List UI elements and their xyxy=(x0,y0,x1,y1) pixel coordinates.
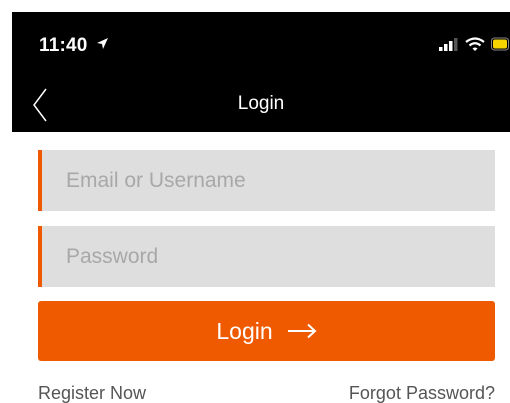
password-input[interactable] xyxy=(42,226,495,287)
nav-bar: Login xyxy=(12,80,510,132)
login-button[interactable]: Login xyxy=(38,301,495,361)
status-bar: 11:40 xyxy=(12,12,510,80)
status-time: 11:40 xyxy=(39,35,88,56)
register-now-link[interactable]: Register Now xyxy=(38,383,146,403)
arrow-right-icon xyxy=(287,323,317,339)
password-field[interactable] xyxy=(38,226,495,287)
page-title: Login xyxy=(237,93,285,114)
signal-icon xyxy=(439,37,459,51)
status-icons xyxy=(439,34,510,54)
forgot-password-link[interactable]: Forgot Password? xyxy=(349,383,495,403)
email-input[interactable] xyxy=(42,150,495,211)
location-arrow-icon xyxy=(96,34,109,56)
wifi-icon xyxy=(465,36,485,52)
battery-icon xyxy=(491,37,510,51)
status-time-group: 11:40 xyxy=(39,34,109,57)
email-field[interactable] xyxy=(38,150,495,211)
login-button-label: Login xyxy=(216,317,273,344)
